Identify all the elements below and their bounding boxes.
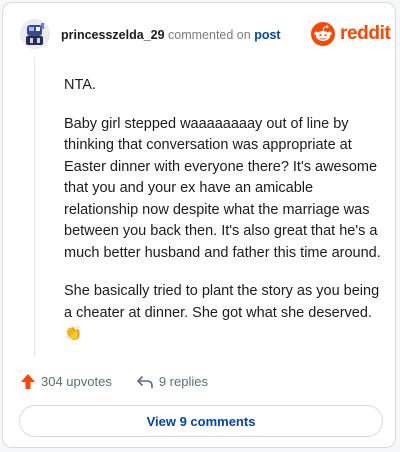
reply-arrow-icon	[137, 375, 153, 388]
avatar-icon[interactable]	[20, 19, 50, 49]
username-link[interactable]: princesszelda_29	[61, 28, 165, 42]
comment-paragraph: NTA.	[64, 77, 96, 93]
view-comments-label: View 9 comments	[146, 413, 256, 429]
comment-paragraph: Baby girl stepped waaaaaaaay out of line…	[64, 115, 381, 261]
reply-count: 9 replies	[158, 374, 208, 389]
upvote-arrow-icon	[21, 374, 35, 389]
comment-body: NTA. Baby girl stepped waaaaaaaay out of…	[64, 75, 384, 346]
comment-paragraph: She basically tried to plant the story a…	[64, 281, 384, 346]
comment-actions: 304 upvotes 9 replies	[20, 373, 208, 390]
action-text: commented on	[168, 28, 251, 42]
comment-header: princesszelda_29 commented on post	[61, 27, 281, 43]
view-comments-button[interactable]: View 9 comments	[19, 405, 383, 437]
brand-logo[interactable]: reddit	[311, 22, 391, 46]
clapping-hands-icon: 👏	[64, 326, 83, 342]
replies-button[interactable]: 9 replies	[136, 374, 208, 389]
comment-card: princesszelda_29 commented on post reddi…	[2, 2, 396, 448]
upvote-count: 304 upvotes	[41, 374, 112, 389]
brand-wordmark: reddit	[340, 23, 391, 44]
upvote-button[interactable]: 304 upvotes	[20, 373, 112, 390]
reddit-logo-icon	[311, 22, 335, 46]
post-link[interactable]: post	[254, 28, 280, 42]
comment-text: She basically tried to plant the story a…	[64, 283, 380, 321]
thread-line[interactable]	[34, 58, 35, 356]
